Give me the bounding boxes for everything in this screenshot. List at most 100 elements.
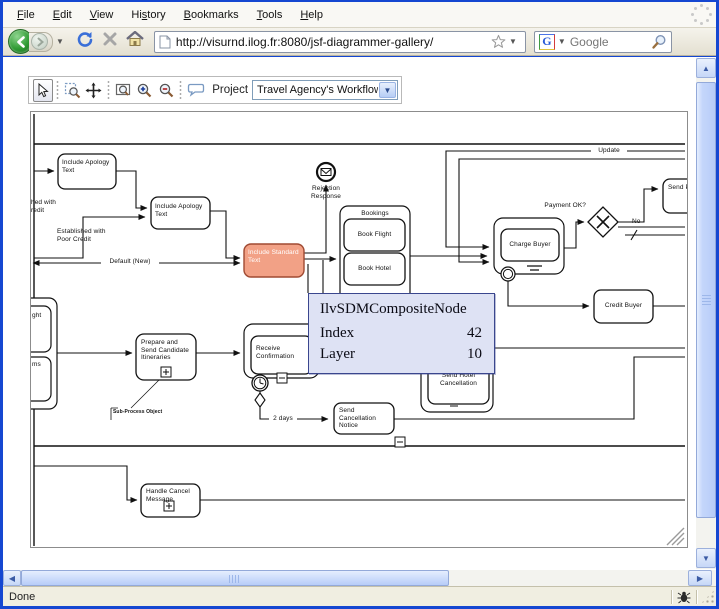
page-content: Project Travel Agency's Workflow ▼ [3, 57, 716, 570]
node-label-send-cancellation: Send Cancellation Notice [339, 407, 391, 430]
menu-tools[interactable]: Tools [249, 5, 291, 25]
node-label-flight-clipped: ght [32, 312, 50, 320]
vertical-scrollbar[interactable]: ▲ ▼ [696, 58, 716, 569]
node-label-include-apology-1: Include Apology Text [62, 159, 112, 174]
back-arrow-icon [14, 35, 28, 49]
scroll-down-button[interactable]: ▼ [696, 548, 716, 568]
node-label-receive-confirmation: Receive Confirmation [256, 345, 308, 360]
url-input[interactable] [176, 35, 491, 49]
thumb-grip [229, 575, 241, 583]
status-bar: Done [3, 586, 716, 606]
event-label-rejection-response: Rejection Response [304, 185, 348, 200]
edge-label-no: No [632, 218, 646, 226]
fit-to-view-tool-button[interactable] [114, 79, 133, 102]
node-label-send-hotel-cancellation: Send Hotel Cancellation [430, 372, 487, 387]
node-label-include-standard: Include Standard Text [248, 249, 302, 264]
scroll-left-button[interactable]: ◀ [3, 570, 21, 586]
pan-tool-button[interactable] [84, 79, 103, 102]
search-engine-icon[interactable]: G [539, 34, 555, 50]
statusbar-separator [671, 590, 672, 604]
scroll-up-button[interactable]: ▲ [696, 58, 716, 78]
envelope-icon [321, 169, 331, 176]
tooltip-row-value: 42 [467, 325, 482, 342]
statusbar-separator [696, 590, 697, 604]
diagram-panel[interactable]: Include Apology Text Include Apology Tex… [30, 111, 688, 548]
zoom-in-icon [136, 82, 153, 99]
select-tool-button[interactable] [33, 79, 53, 102]
node-label-rooms-clipped: ms [32, 361, 50, 369]
bookmark-star-icon[interactable] [491, 34, 506, 49]
tooltip-row-key: Index [320, 325, 354, 342]
edge-label-update: Update [591, 147, 627, 155]
page-icon [159, 35, 171, 49]
bug-report-icon[interactable] [676, 590, 692, 604]
fit-to-view-icon [115, 82, 132, 99]
horizontal-scrollbar[interactable]: ◀ ▶ [3, 570, 716, 586]
vertical-scrollbar-thumb[interactable] [696, 82, 716, 518]
thumb-grip [702, 295, 711, 305]
url-bar[interactable]: ▼ [154, 31, 526, 53]
toolbar-separator [56, 80, 60, 100]
history-dropdown-arrow[interactable]: ▼ [56, 37, 64, 46]
url-dropdown-arrow[interactable]: ▼ [509, 37, 517, 46]
forward-button[interactable] [31, 33, 48, 50]
zoom-region-tool-button[interactable] [63, 79, 82, 102]
annotation-sub-process-object: Sub-Process Object [113, 410, 171, 416]
window-resize-grip[interactable] [701, 590, 715, 604]
node-label-credit-buyer: Credit Buyer [594, 302, 653, 310]
project-label: Project [212, 84, 248, 96]
scroll-right-button[interactable]: ▶ [688, 570, 712, 586]
reload-button[interactable] [76, 30, 94, 53]
search-engine-dropdown-arrow[interactable]: ▼ [558, 37, 566, 46]
reload-icon [76, 30, 94, 48]
search-box[interactable]: G ▼ [534, 31, 672, 53]
node-label-charge-buyer: Charge Buyer [501, 241, 559, 249]
zoom-region-icon [64, 82, 81, 99]
status-text: Done [9, 591, 35, 603]
project-select-value: Travel Agency's Workflow [253, 84, 378, 96]
edge-label-two-days: 2 days [269, 415, 297, 423]
pan-icon [85, 82, 102, 99]
project-select-dropdown-arrow[interactable]: ▼ [379, 82, 396, 98]
node-label-book-flight: Book Flight [344, 231, 405, 239]
zoom-out-tool-button[interactable] [156, 79, 175, 102]
stop-x-icon [102, 31, 118, 47]
stop-button[interactable] [102, 31, 118, 52]
menu-bar: File Edit View History Bookmarks Tools H… [3, 2, 716, 28]
select-arrow-icon [35, 83, 50, 98]
tooltip-row-key: Layer [320, 346, 355, 363]
menu-help[interactable]: Help [292, 5, 331, 25]
diagram-resize-handle[interactable] [667, 528, 684, 545]
diagram-toolbar: Project Travel Agency's Workflow ▼ [28, 76, 402, 104]
search-magnifier-icon[interactable] [651, 34, 667, 50]
speech-bubble-icon [187, 83, 205, 97]
zoom-in-tool-button[interactable] [135, 79, 154, 102]
node-label-book-hotel: Book Hotel [344, 265, 405, 273]
edge-label-payment-ok: Payment OK? [535, 202, 586, 210]
menu-bookmarks[interactable]: Bookmarks [176, 5, 247, 25]
project-select[interactable]: Travel Agency's Workflow ▼ [252, 80, 398, 100]
node-label-include-apology-2: Include Apology Text [155, 203, 207, 218]
home-icon [126, 31, 144, 47]
throbber-icon [690, 2, 714, 26]
home-button[interactable] [126, 31, 144, 52]
forward-arrow-icon [35, 37, 45, 47]
group-label-bookings: Bookings [340, 210, 410, 218]
search-input[interactable] [570, 35, 651, 49]
node-label-send-problem: Send Prob [668, 184, 688, 192]
menu-file[interactable]: File [9, 5, 43, 25]
toolbar-separator [107, 80, 111, 100]
tooltip-tool-button[interactable] [186, 79, 205, 102]
menu-edit[interactable]: Edit [45, 5, 80, 25]
node-label-prepare-itineraries: Prepare and Send Candidate Itineraries [141, 339, 193, 362]
edge-label-default-new: Default (New) [101, 258, 159, 266]
menu-history[interactable]: History [123, 5, 173, 25]
browser-window: File Edit View History Bookmarks Tools H… [0, 0, 719, 609]
tooltip-title: IlvSDMCompositeNode [309, 294, 494, 321]
menu-view[interactable]: View [82, 5, 122, 25]
node-tooltip: IlvSDMCompositeNode Index 42 Layer 10 [308, 293, 495, 374]
navigation-toolbar: ▼ [3, 28, 716, 56]
zoom-out-icon [158, 82, 175, 99]
horizontal-scrollbar-thumb[interactable] [21, 570, 449, 586]
edge-label-established-poor: Established with Poor Credit [57, 228, 119, 243]
